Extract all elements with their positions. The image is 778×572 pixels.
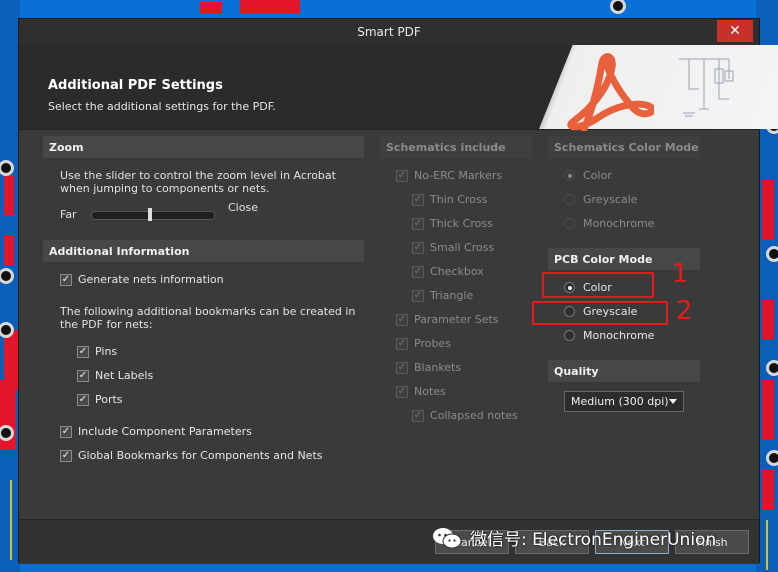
collapsed-notes-checkbox[interactable]: ✓ Collapsed notes: [412, 409, 518, 422]
thick-cross-checkbox[interactable]: ✓ Thick Cross: [412, 217, 493, 230]
zoom-slider-thumb[interactable]: [147, 208, 152, 221]
schematics-color-radio[interactable]: Color: [564, 169, 612, 182]
schematics-color-mode-panel-title: Schematics Color Mode: [548, 136, 700, 158]
wechat-logo-icon: [433, 527, 462, 548]
zoom-panel-title: Zoom: [43, 136, 364, 158]
acrobat-logo-icon: [567, 53, 654, 131]
pcb-monochrome-radio[interactable]: Monochrome: [564, 329, 654, 342]
check-icon: ✓: [60, 425, 72, 438]
check-icon: ✓: [396, 169, 408, 182]
zoom-description: Use the slider to control the zoom level…: [60, 169, 336, 195]
wizard-header: Additional PDF Settings Select the addit…: [19, 45, 778, 131]
net-labels-checkbox[interactable]: ✓ Net Labels: [77, 369, 153, 382]
check-icon: ✓: [412, 193, 424, 206]
check-icon: ✓: [396, 361, 408, 374]
annotation-box-1: [542, 272, 654, 298]
zoom-far-label: Far: [60, 208, 77, 221]
check-icon: ✓: [396, 385, 408, 398]
check-icon: ✓: [412, 409, 424, 422]
check-icon: ✓: [77, 393, 89, 406]
bookmarks-description: The following additional bookmarks can b…: [60, 305, 356, 331]
schematics-monochrome-radio[interactable]: Monochrome: [564, 217, 654, 230]
check-icon: ✓: [412, 217, 424, 230]
global-bookmarks-checkbox[interactable]: ✓ Global Bookmarks for Components and Ne…: [60, 449, 322, 462]
additional-info-panel-title: Additional Information: [43, 240, 364, 262]
page-title: Additional PDF Settings: [48, 78, 223, 93]
check-icon: ✓: [60, 449, 72, 462]
check-icon: ✓: [396, 337, 408, 350]
ports-checkbox[interactable]: ✓ Ports: [77, 393, 123, 406]
quality-panel-title: Quality: [548, 360, 700, 382]
check-icon: ✓: [396, 313, 408, 326]
check-icon: ✓: [412, 289, 424, 302]
close-button[interactable]: ✕: [717, 20, 753, 42]
check-icon: ✓: [412, 265, 424, 278]
triangle-checkbox[interactable]: ✓ Triangle: [412, 289, 473, 302]
window-title: Smart PDF: [357, 25, 421, 39]
zoom-slider-track[interactable]: [91, 211, 215, 220]
small-cross-checkbox[interactable]: ✓ Small Cross: [412, 241, 494, 254]
annotation-number-1: 1: [672, 259, 689, 289]
chevron-down-icon: [669, 399, 677, 404]
probes-checkbox[interactable]: ✓ Probes: [396, 337, 451, 350]
blankets-checkbox[interactable]: ✓ Blankets: [396, 361, 461, 374]
zoom-close-label: Close: [228, 201, 258, 214]
notes-checkbox[interactable]: ✓ Notes: [396, 385, 446, 398]
annotation-box-2: [532, 301, 668, 325]
parameter-sets-checkbox[interactable]: ✓ Parameter Sets: [396, 313, 499, 326]
quality-select[interactable]: Medium (300 dpi): [564, 391, 684, 412]
close-icon: ✕: [729, 23, 741, 39]
generate-nets-checkbox[interactable]: ✓ Generate nets information: [60, 273, 224, 286]
smart-pdf-dialog: Smart PDF ✕ Additional PDF Settings Sele…: [18, 18, 778, 564]
check-icon: ✓: [77, 369, 89, 382]
window-titlebar: Smart PDF: [19, 19, 759, 45]
check-icon: ✓: [60, 273, 72, 286]
annotation-number-2: 2: [676, 296, 693, 326]
include-component-params-checkbox[interactable]: ✓ Include Component Parameters: [60, 425, 252, 438]
check-icon: ✓: [77, 345, 89, 358]
page-subtitle: Select the additional settings for the P…: [48, 100, 276, 113]
schematic-artwork-icon: [679, 58, 734, 117]
thin-cross-checkbox[interactable]: ✓ Thin Cross: [412, 193, 487, 206]
schematics-include-panel-title: Schematics include: [380, 136, 532, 158]
check-icon: ✓: [412, 241, 424, 254]
pins-checkbox[interactable]: ✓ Pins: [77, 345, 117, 358]
schematics-greyscale-radio[interactable]: Greyscale: [564, 193, 637, 206]
no-erc-markers-checkbox[interactable]: ✓ No-ERC Markers: [396, 169, 502, 182]
checkbox-marker-checkbox[interactable]: ✓ Checkbox: [412, 265, 484, 278]
watermark: 微信号: ElectronEnginerUnion: [432, 525, 716, 550]
